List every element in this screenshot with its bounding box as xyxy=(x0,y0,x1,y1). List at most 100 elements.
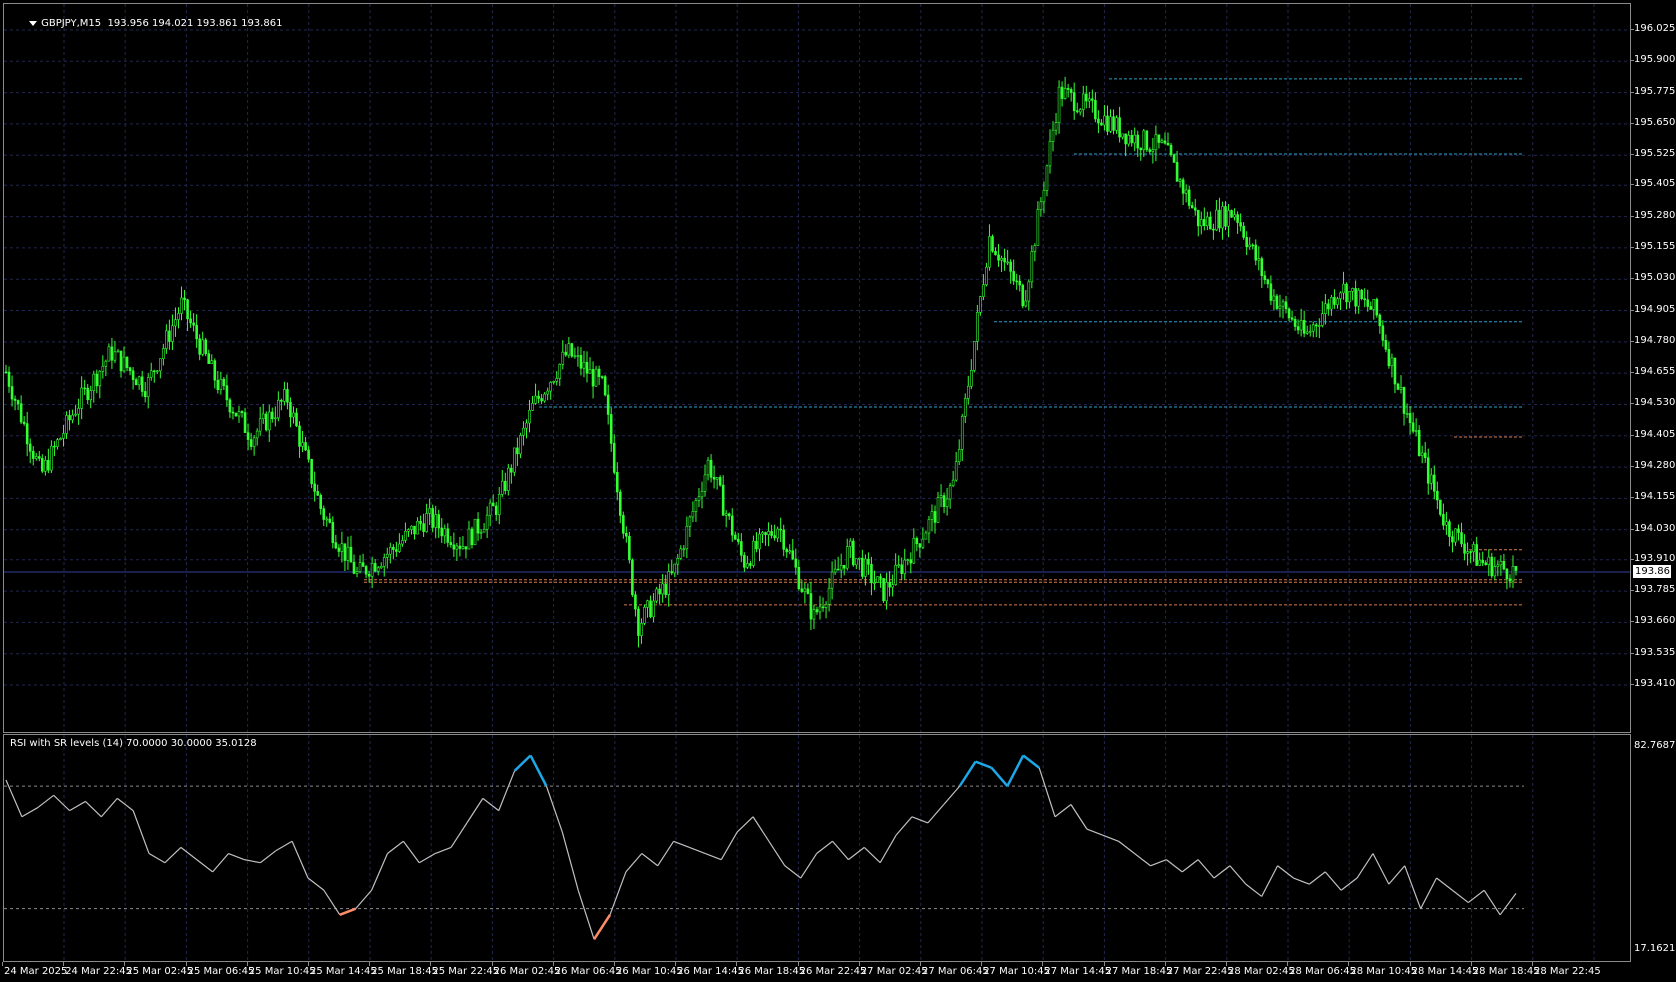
candle-body xyxy=(1275,295,1279,309)
candle-body xyxy=(1215,209,1218,231)
candle-body xyxy=(231,411,235,414)
rsi-segment xyxy=(1261,865,1279,897)
candle-body xyxy=(107,346,111,362)
symbol-label: GBPJPY,M15 xyxy=(41,18,102,29)
candle-body xyxy=(1414,430,1418,432)
candle-body xyxy=(331,522,335,543)
candle-body xyxy=(1429,474,1433,484)
candle-body xyxy=(1451,536,1454,543)
candle-body xyxy=(1493,566,1497,577)
candle-body xyxy=(503,480,507,491)
candle-body xyxy=(1445,521,1448,526)
price-chart-pane[interactable]: GBPJPY,M15 193.956 194.021 193.861 193.8… xyxy=(3,3,1631,733)
candle-body xyxy=(1420,452,1424,457)
time-tick xyxy=(981,962,983,966)
candle-body xyxy=(325,518,329,521)
candle-body xyxy=(373,563,377,572)
candle-body xyxy=(1154,134,1158,151)
candle-body xyxy=(62,433,65,439)
candle-body xyxy=(873,582,876,584)
candle-body xyxy=(1009,261,1012,272)
candle-body xyxy=(1042,190,1046,203)
candle-body xyxy=(664,583,667,595)
candle-body xyxy=(1036,209,1040,246)
price-tick xyxy=(1630,246,1634,248)
candle-body xyxy=(555,378,559,382)
candle-body xyxy=(1136,134,1140,149)
candle-body xyxy=(706,459,710,476)
candle-body xyxy=(643,607,646,624)
candle-body xyxy=(540,398,543,402)
candle-body xyxy=(1142,130,1146,151)
candle-body xyxy=(1260,258,1264,276)
rsi-segment xyxy=(1150,859,1167,867)
rsi-segment xyxy=(1404,865,1422,909)
candle-body xyxy=(606,394,610,415)
rsi-segment xyxy=(689,846,706,855)
candle-body xyxy=(576,355,580,357)
candle-body xyxy=(894,564,897,585)
candle-body xyxy=(1145,130,1149,150)
candle-body xyxy=(491,502,495,507)
price-chart-canvas[interactable] xyxy=(4,4,1630,732)
rsi-segment xyxy=(1324,871,1342,891)
candle-body xyxy=(407,529,410,532)
rsi-segment xyxy=(132,810,150,854)
candle-body xyxy=(827,587,831,605)
candle-body xyxy=(948,485,952,500)
collapse-icon[interactable] xyxy=(29,20,38,26)
rsi-chart-canvas[interactable] xyxy=(4,735,1630,961)
candle-body xyxy=(34,456,38,459)
time-tick xyxy=(63,962,65,966)
candle-body xyxy=(270,411,274,420)
candle-body xyxy=(1299,320,1303,331)
candle-body xyxy=(195,324,198,340)
candle-body xyxy=(113,351,117,361)
candle-body xyxy=(885,581,888,602)
rsi-segment xyxy=(1165,859,1183,873)
candle-body xyxy=(389,546,392,555)
candle-body xyxy=(637,608,640,636)
candle-body xyxy=(876,576,879,583)
candle-body xyxy=(1305,331,1309,334)
rsi-segment xyxy=(736,816,754,833)
time-tick xyxy=(1042,962,1044,966)
rsi-segment xyxy=(1038,767,1056,817)
candle-body xyxy=(1308,330,1312,333)
candle-body xyxy=(1094,100,1097,120)
candle-body xyxy=(237,411,241,417)
candle-body xyxy=(1233,214,1236,218)
candle-body xyxy=(1112,116,1115,131)
candle-body xyxy=(1242,225,1245,238)
price-tick-label: 195.030 xyxy=(1634,272,1676,284)
candle-body xyxy=(413,525,416,535)
rsi-segment xyxy=(1181,859,1199,873)
candle-body xyxy=(1348,291,1351,303)
candle-body xyxy=(1432,474,1436,492)
rsi-segment xyxy=(5,779,23,817)
chart-window[interactable]: GBPJPY,M15 193.956 194.021 193.861 193.8… xyxy=(0,0,1676,982)
candle-body xyxy=(1321,313,1324,326)
rsi-segment xyxy=(1372,853,1390,885)
candle-body xyxy=(1351,288,1354,292)
rsi-segment xyxy=(21,807,39,818)
rsi-segment xyxy=(625,853,643,873)
rsi-indicator-pane[interactable]: RSI with SR levels (14) 70.0000 30.0000 … xyxy=(3,734,1631,962)
candle-body xyxy=(954,461,958,481)
candle-body xyxy=(59,438,62,441)
candle-body xyxy=(1230,210,1233,218)
candle-body xyxy=(658,588,661,595)
rsi-segment xyxy=(228,852,245,861)
candle-body xyxy=(316,491,319,496)
candle-body xyxy=(670,571,674,574)
candle-body xyxy=(1245,237,1248,248)
price-tick-label: 195.525 xyxy=(1634,148,1676,160)
rsi-segment xyxy=(1436,877,1453,891)
rsi-segment xyxy=(1309,871,1326,885)
candle-body xyxy=(579,355,583,369)
candle-body xyxy=(1178,179,1182,182)
price-tick-label: 194.030 xyxy=(1634,522,1676,534)
candle-body xyxy=(718,477,722,486)
candle-body xyxy=(1139,147,1143,151)
candle-body xyxy=(1363,298,1366,301)
